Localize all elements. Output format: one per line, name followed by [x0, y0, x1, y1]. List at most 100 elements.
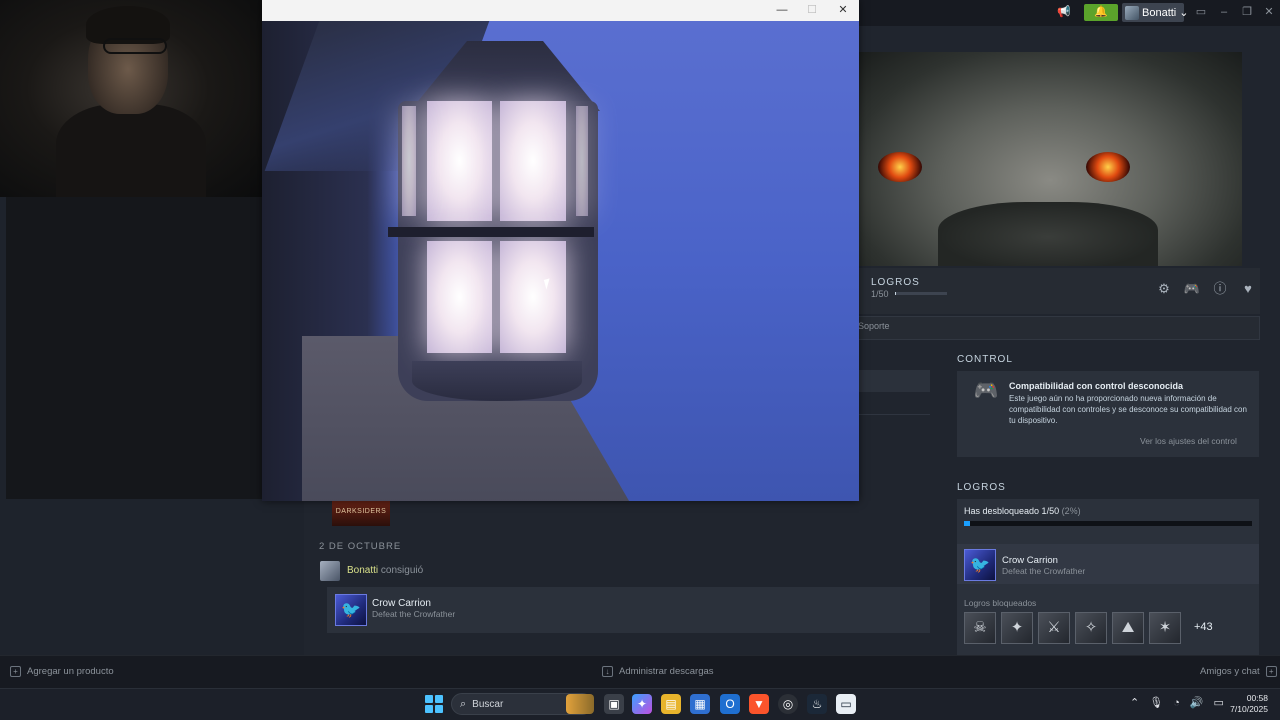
avatar[interactable] — [320, 561, 340, 581]
task-view-icon[interactable]: ▣ — [604, 694, 624, 714]
game-hero-art — [858, 52, 1242, 266]
chevron-up-icon[interactable]: ⌃ — [1130, 696, 1139, 709]
chevron-down-icon: ⌄ — [1179, 7, 1189, 19]
hero-eye-right — [1086, 152, 1130, 182]
locked-achievements-label: Logros bloqueados — [964, 598, 1037, 608]
clock-date: 7/10/2025 — [1230, 704, 1268, 714]
close-icon[interactable]: ✕ — [1259, 4, 1279, 20]
announcement-icon[interactable]: 📢 — [1052, 4, 1076, 21]
friends-chat-label: Amigos y chat — [1200, 666, 1260, 677]
feed-username[interactable]: Bonatti — [347, 565, 378, 576]
locked-achievement-icon[interactable]: ⚔ — [1038, 612, 1070, 644]
store-icon[interactable]: ▦ — [690, 694, 710, 714]
minimize-icon[interactable]: – — [1214, 4, 1234, 20]
lantern-pane — [500, 241, 566, 353]
webcam-person-body — [56, 104, 206, 197]
hero-jaw — [938, 202, 1158, 266]
locked-achievement-icon[interactable]: ✦ — [1001, 612, 1033, 644]
restore-icon[interactable]: ❐ — [1237, 4, 1257, 20]
minimize-icon[interactable]: — — [767, 3, 797, 18]
close-icon[interactable]: ✕ — [828, 3, 858, 18]
taskbar-clock[interactable]: 00:58 7/10/2025 — [1228, 693, 1268, 715]
lantern-pane — [427, 101, 492, 221]
recent-achievement-title: Crow Carrion — [1002, 555, 1058, 566]
feed-entry: Bonatti consiguió — [347, 565, 423, 576]
steam-icon[interactable]: ♨ — [807, 694, 827, 714]
info-icon[interactable]: ⓘ — [1210, 279, 1230, 299]
unlocked-progress-fill — [964, 521, 970, 526]
locked-achievement-icon[interactable]: ☠ — [964, 612, 996, 644]
media-player-icon[interactable]: ▭ — [836, 694, 856, 714]
hero-eye-left — [878, 152, 922, 182]
unlocked-text: Has desbloqueado 1/50 — [964, 506, 1060, 516]
brave-icon[interactable]: ▼ — [749, 694, 769, 714]
lantern-pane — [402, 106, 416, 216]
manage-downloads-button[interactable]: ↓ Administrar descargas — [602, 666, 714, 677]
achievements-label[interactable]: LOGROS — [871, 277, 920, 288]
outlook-icon[interactable]: O — [720, 694, 740, 714]
chat-icon: + — [1265, 666, 1277, 677]
friends-chat-button[interactable]: Amigos y chat + — [1200, 666, 1277, 677]
feed-verb: consiguió — [380, 565, 424, 576]
add-product-button[interactable]: + Agregar un producto — [10, 666, 114, 677]
game-video-frame[interactable] — [262, 21, 859, 501]
feed-achievement-description: Defeat the Crowfather — [372, 609, 456, 619]
control-card-body: Este juego aún no ha proporcionado nueva… — [1009, 394, 1247, 425]
support-link[interactable]: Soporte — [858, 321, 890, 331]
user-menu[interactable]: Bonatti ⌄ — [1122, 3, 1188, 22]
achievements-heading: LOGROS — [957, 482, 1006, 493]
crow-achievement-icon: 🐦 — [964, 549, 996, 581]
controller-settings-link[interactable]: Ver los ajustes del control — [1140, 436, 1237, 446]
locked-achievements-more[interactable]: +43 — [1194, 621, 1213, 633]
overlay-shadow — [6, 197, 262, 499]
plus-icon: + — [10, 666, 21, 677]
microphone-icon[interactable]: 🎙 — [1149, 696, 1163, 709]
controller-icon[interactable]: 🎮 — [1182, 279, 1202, 299]
locked-achievement-icon[interactable]: ✶ — [1149, 612, 1181, 644]
feed-date: 2 DE OCTUBRE — [319, 541, 402, 552]
recent-achievement-description: Defeat the Crowfather — [1002, 566, 1086, 576]
achievements-progress-bar — [895, 292, 947, 295]
webcam-person-glasses — [103, 38, 167, 54]
unlocked-progress-bar — [964, 521, 1252, 526]
webcam-feed — [0, 0, 262, 197]
username: Bonatti — [1142, 6, 1177, 19]
lantern-pane — [576, 106, 588, 216]
add-product-label: Agregar un producto — [27, 666, 114, 677]
lantern-pane — [427, 241, 492, 353]
gear-icon[interactable]: ⚙ — [1154, 279, 1174, 299]
lantern-base — [412, 361, 582, 401]
unlocked-percent: (2%) — [1061, 506, 1081, 516]
clock-time: 00:58 — [1246, 693, 1268, 703]
battery-icon[interactable]: ▭ — [1214, 696, 1224, 709]
maximize-icon[interactable]: ☐ — [797, 3, 827, 18]
feed-achievement-title: Crow Carrion — [372, 598, 431, 609]
wifi-icon[interactable]: ◔ — [1173, 697, 1180, 709]
media-titlebar[interactable]: — ☐ ✕ — [262, 0, 859, 21]
crow-achievement-icon: 🐦 — [335, 594, 367, 626]
github-desktop-icon[interactable]: ◎ — [778, 694, 798, 714]
control-card-title: Compatibilidad con control desconocida — [1009, 381, 1184, 391]
control-heading: CONTROL — [957, 354, 1013, 365]
big-picture-icon[interactable]: ▭ — [1191, 4, 1211, 20]
avatar — [1125, 5, 1139, 20]
lantern-band — [388, 227, 594, 237]
unlocked-summary: Has desbloqueado 1/50 (2%) — [964, 506, 1081, 516]
download-icon: ↓ — [602, 666, 613, 677]
search-highlight-icon[interactable] — [566, 694, 594, 714]
media-player-window[interactable]: — ☐ ✕ — [262, 0, 859, 501]
search-placeholder: Buscar — [472, 698, 504, 710]
achievements-count: 1/50 — [871, 289, 889, 299]
locked-achievement-icon[interactable]: ✧ — [1075, 612, 1107, 644]
locked-achievement-icon[interactable]: ⛰ — [1112, 612, 1144, 644]
volume-icon[interactable]: 🔊 — [1190, 696, 1204, 709]
file-explorer-icon[interactable]: ▤ — [661, 694, 681, 714]
game-thumbnail[interactable]: DARKSIDERS — [332, 500, 390, 526]
windows-start-icon[interactable] — [425, 695, 443, 713]
game-nav-bar — [858, 316, 1260, 340]
manage-downloads-label: Administrar descargas — [619, 666, 714, 677]
system-tray: ⌃ 🎙 ◔ 🔊 ▭ — [1130, 696, 1224, 710]
notifications-bell-icon[interactable]: 🔔 — [1084, 4, 1118, 21]
copilot-icon[interactable]: ✦ — [632, 694, 652, 714]
heart-icon[interactable]: ♥ — [1238, 279, 1258, 299]
